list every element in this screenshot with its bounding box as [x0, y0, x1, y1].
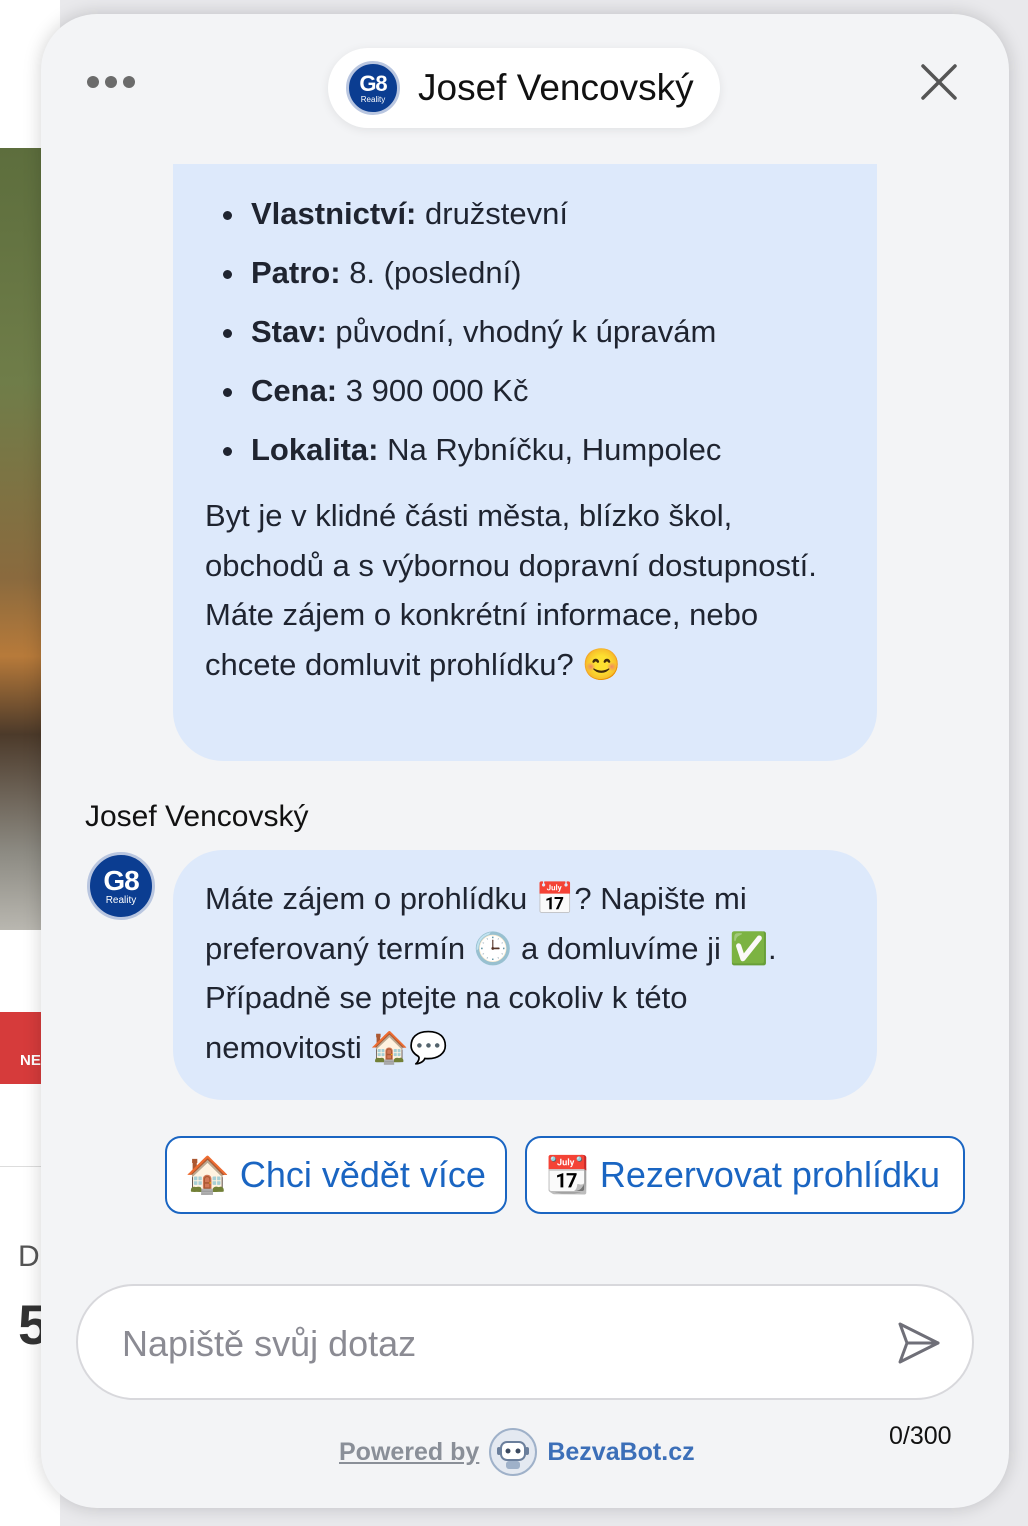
agent-logo: G8 Reality	[346, 61, 400, 115]
message-sender-name: Josef Vencovský	[85, 800, 309, 833]
agent-avatar-logo: G8 Reality	[87, 852, 155, 920]
bezvabot-robot-icon	[489, 1428, 538, 1476]
chat-header: G8 Reality Josef Vencovský	[328, 48, 720, 128]
list-item: Patro: 8. (poslední)	[205, 243, 847, 302]
avatar: G8 Reality	[87, 852, 155, 920]
powered-by: Powered by BezvaBot.cz	[339, 1428, 695, 1476]
message-input[interactable]	[122, 1316, 862, 1372]
message-text: Byt je v klidné části města, blízko škol…	[205, 498, 817, 682]
chat-widget: G8 Reality Josef Vencovský Vlastnictví: …	[41, 14, 1009, 1508]
list-item: Vlastnictví: družstevní	[205, 184, 847, 243]
message-text: Máte zájem o prohlídku 📅? Napište mi pre…	[205, 881, 777, 1065]
more-options-icon[interactable]	[87, 76, 135, 88]
bot-message-property-details: Vlastnictví: družstevní Patro: 8. (posle…	[173, 164, 877, 761]
property-details-list: Vlastnictví: družstevní Patro: 8. (posle…	[205, 184, 847, 479]
close-icon[interactable]	[919, 62, 959, 102]
list-item: Lokalita: Na Rybníčku, Humpolec	[205, 420, 847, 479]
bot-message-viewing-offer: Máte zájem o prohlídku 📅? Napište mi pre…	[173, 850, 877, 1100]
brand-name: BezvaBot.cz	[547, 1437, 695, 1466]
character-counter: 0/300	[889, 1422, 952, 1450]
list-item: Cena: 3 900 000 Kč	[205, 361, 847, 420]
chat-title: Josef Vencovský	[418, 67, 694, 108]
background-label-fragment: D	[18, 1240, 40, 1273]
quick-reply-book-viewing-button[interactable]: 📆 Rezervovat prohlídku	[525, 1136, 965, 1214]
powered-by-link[interactable]: Powered by	[339, 1438, 479, 1467]
list-item: Stav: původní, vhodný k úpravám	[205, 302, 847, 361]
send-icon[interactable]	[894, 1318, 944, 1368]
quick-reply-more-info-button[interactable]: 🏠 Chci vědět více	[165, 1136, 507, 1214]
message-composer	[76, 1284, 974, 1400]
